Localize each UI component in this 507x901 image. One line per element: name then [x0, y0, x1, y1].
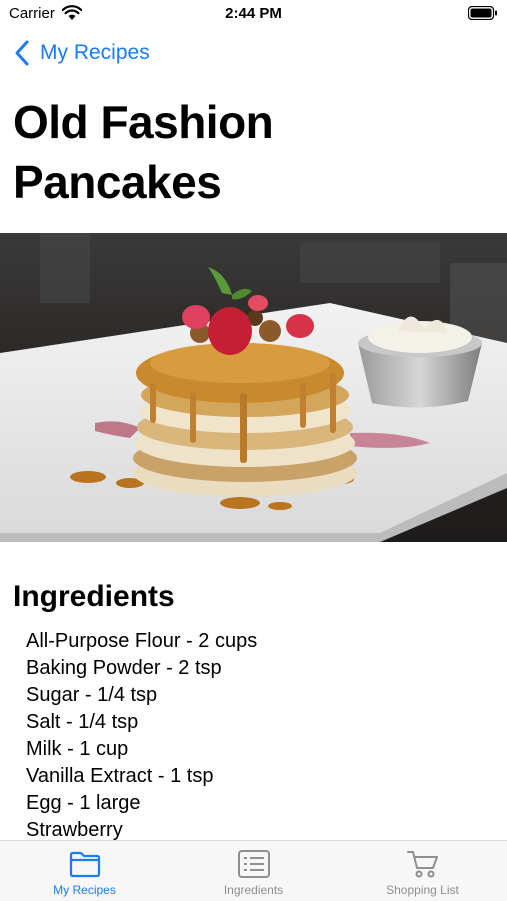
cart-icon	[406, 851, 438, 878]
tab-label: My Recipes	[53, 883, 116, 897]
ingredients-list: All-Purpose Flour - 2 cups Baking Powder…	[26, 628, 257, 844]
ingredient-item: Baking Powder - 2 tsp	[26, 657, 222, 679]
ingredient-item: Sugar - 1/4 tsp	[26, 684, 158, 706]
tab-my-recipes[interactable]: My Recipes	[0, 841, 169, 901]
ingredient-item: All-Purpose Flour - 2 cups	[26, 630, 258, 652]
ingredient-item: Egg - 1 large	[26, 792, 141, 814]
ingredient-item: Milk - 1 cup	[26, 738, 129, 760]
tab-shopping-list[interactable]: Shopping List	[338, 841, 507, 901]
folder-icon	[69, 851, 100, 878]
back-label: My Recipes	[40, 41, 150, 64]
recipe-photo	[0, 233, 507, 542]
ingredient-item: Vanilla Extract - 1 tsp	[26, 765, 214, 787]
ingredients-heading: Ingredients	[13, 580, 175, 613]
ingredient-item: Salt - 1/4 tsp	[26, 711, 139, 733]
status-bar: Carrier 2:44 PM	[0, 0, 507, 28]
status-time: 2:44 PM	[225, 5, 282, 22]
chevron-left-icon	[15, 40, 29, 66]
tab-ingredients[interactable]: Ingredients	[169, 841, 338, 901]
tab-label: Ingredients	[223, 883, 284, 897]
list-icon	[237, 850, 270, 878]
page-title: Old Fashion Pancakes	[13, 96, 274, 208]
tab-bar: My Recipes Ingredients Shopping List	[0, 840, 507, 901]
tab-label: Shopping List	[386, 883, 459, 897]
back-button[interactable]: My Recipes	[14, 38, 150, 68]
battery-icon	[468, 6, 497, 20]
